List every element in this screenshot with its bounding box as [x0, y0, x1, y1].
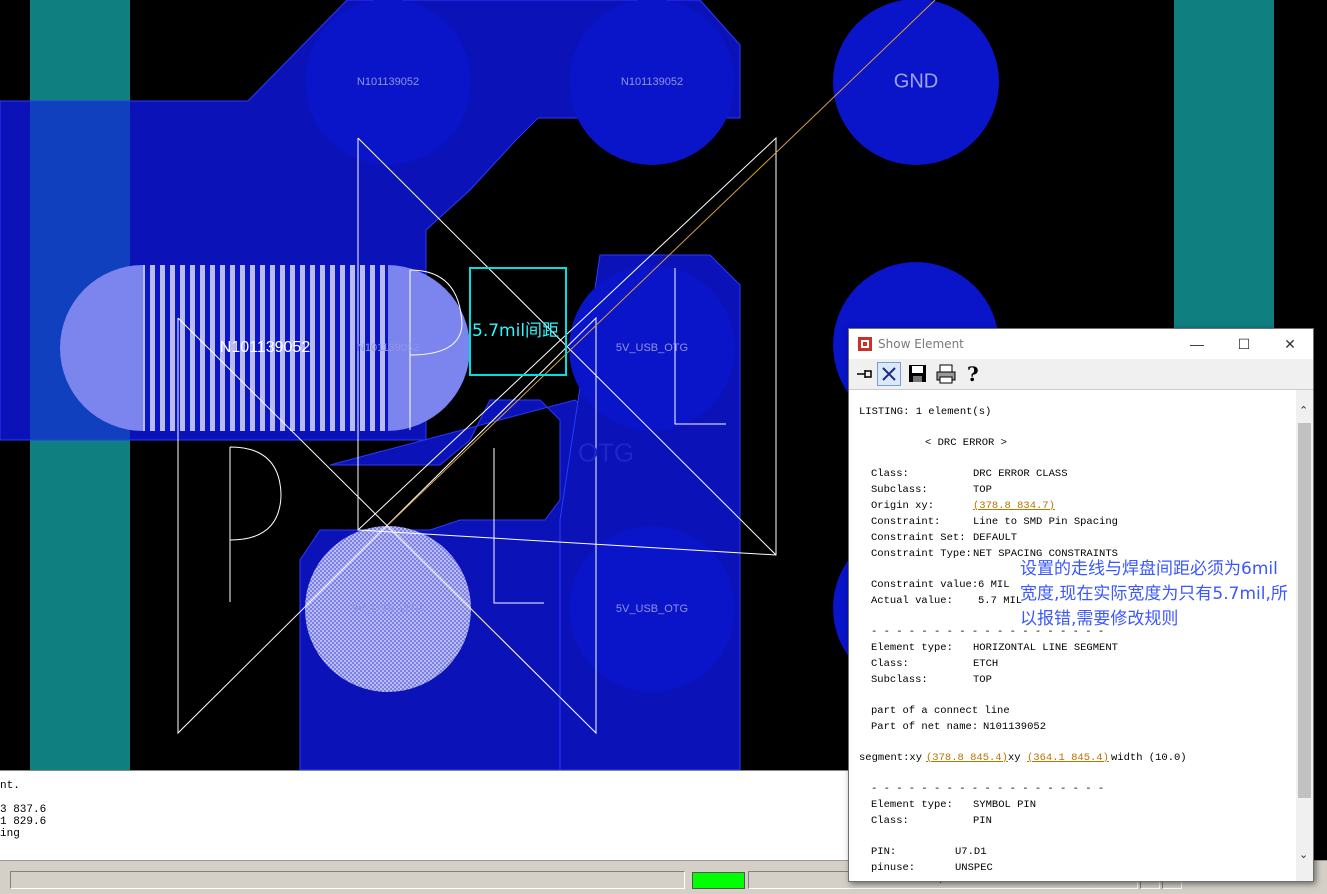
field-value: U7.D1	[955, 846, 987, 858]
cmd-line: 1 829.6	[0, 816, 47, 828]
part-of-text: part of a connect line	[871, 705, 1010, 717]
minimize-button[interactable]: —	[1174, 329, 1220, 359]
pad-label-gnd: GND	[893, 70, 939, 93]
field-label: Actual value:	[871, 595, 953, 607]
origin-link[interactable]: (378.8 834.7)	[973, 500, 1055, 512]
net-name-value: N101139052	[983, 721, 1047, 733]
pad-label-otg-3: 5V_USB_OTG	[615, 603, 689, 615]
field-value: TOP	[973, 674, 992, 686]
net-label-otg: OTG	[577, 437, 635, 468]
field-label: Subclass:	[871, 484, 928, 496]
field-label: Class:	[871, 658, 909, 670]
segment-end-link[interactable]: (364.1 845.4)	[1027, 752, 1109, 764]
segment-width: width (10.0)	[1111, 752, 1187, 764]
field-label: PIN:	[871, 846, 897, 858]
teal-bar-right	[1174, 0, 1274, 330]
window-toolbar: ?	[849, 359, 1313, 390]
field-label: Constraint value:	[871, 579, 979, 591]
separator: - - - - - - - - - - - - - - - - - - -	[871, 783, 1105, 795]
cmd-line: ing	[0, 828, 20, 840]
app-icon	[858, 337, 872, 351]
annotation-line: 宽度,现在实际宽度为只有5.7mil,所	[1020, 584, 1288, 604]
cmd-line: 3 837.6	[0, 804, 47, 816]
cmd-line: nt.	[0, 780, 20, 792]
pad-label-otg-2: 5V_USB_OTG	[351, 603, 425, 615]
segment-start-link[interactable]: (378.8 845.4)	[926, 752, 1008, 764]
window-title: Show Element	[878, 337, 964, 351]
command-output-pane[interactable]: nt. 3 837.6 1 829.6 ing	[0, 770, 848, 861]
scroll-down-icon[interactable]: ⌄	[1299, 848, 1308, 861]
pad-label-2: N101139052	[620, 76, 684, 88]
field-label: Origin xy:	[871, 500, 935, 512]
svg-text:?: ?	[967, 362, 979, 386]
field-value: UNSPEC	[955, 862, 993, 874]
pin-icon[interactable]	[852, 362, 876, 386]
status-indicator	[692, 872, 745, 889]
annotation-line: 设置的走线与焊盘间距必须为6mil	[1020, 559, 1278, 579]
field-label: Constraint Set:	[871, 532, 966, 544]
save-icon[interactable]	[906, 362, 930, 386]
pad-label-big: N101139052	[219, 339, 311, 356]
field-label: Element type:	[871, 642, 953, 654]
pad-label-otg-1: 5V_USB_OTG	[615, 342, 689, 354]
field-label: Class:	[871, 815, 909, 827]
pad-label-big-small: N101139052	[356, 342, 420, 354]
listing-content: LISTING: 1 element(s) < DRC ERROR > Clas…	[849, 390, 1296, 881]
close-button[interactable]: ✕	[1267, 329, 1313, 359]
field-label: Part of net name:	[871, 721, 979, 733]
vertical-scrollbar[interactable]: ⌃ ⌄	[1296, 390, 1313, 881]
field-value: Line to SMD Pin Spacing	[973, 516, 1118, 528]
field-label: pinuse:	[871, 862, 916, 874]
annotation-line: 以报错,需要修改规则	[1020, 609, 1179, 629]
field-value: PIN	[973, 815, 992, 827]
drc-header: < DRC ERROR >	[925, 437, 1007, 449]
window-titlebar[interactable]: Show Element — ☐ ✕	[849, 329, 1313, 359]
field-label: Subclass:	[871, 674, 928, 686]
listing-count: LISTING: 1 element(s)	[859, 406, 992, 418]
field-label: Constraint Type:	[871, 548, 972, 560]
field-value: ETCH	[973, 658, 999, 670]
segment-label: xy	[1008, 752, 1021, 764]
field-label: Class:	[871, 468, 909, 480]
field-value: DEFAULT	[973, 532, 1018, 544]
close-x-icon[interactable]	[877, 362, 901, 386]
pad-label-1: N101139052	[356, 76, 420, 88]
annotation-note: 设置的走线与焊盘间距必须为6mil 宽度,现在实际宽度为只有5.7mil,所 以…	[1020, 557, 1320, 632]
field-value: TOP	[973, 484, 992, 496]
status-message-field	[10, 871, 685, 889]
maximize-button[interactable]: ☐	[1221, 329, 1267, 359]
segment-label: segment:xy	[859, 752, 923, 764]
help-icon[interactable]: ?	[961, 362, 985, 386]
field-label: Constraint:	[871, 516, 941, 528]
actual-value: 5.7 MIL	[978, 595, 1023, 607]
constraint-value: 6 MIL	[978, 579, 1010, 591]
field-value: HORIZONTAL LINE SEGMENT	[973, 642, 1118, 654]
spacing-callout-text: 5.7mil间距	[472, 321, 560, 341]
scroll-up-icon[interactable]: ⌃	[1299, 404, 1308, 417]
field-value: DRC ERROR CLASS	[973, 468, 1068, 480]
print-icon[interactable]	[934, 362, 958, 386]
field-value: SYMBOL PIN	[973, 799, 1037, 811]
field-label: Element type:	[871, 799, 953, 811]
